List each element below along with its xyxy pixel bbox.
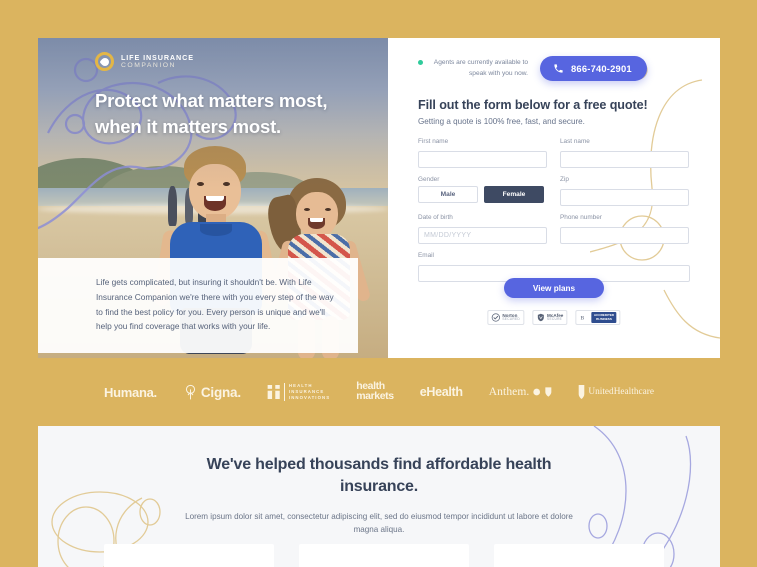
label-first-name: First name (418, 138, 449, 145)
phone-icon (554, 64, 563, 73)
norton-check-icon (491, 313, 500, 322)
bbb-badge: B ACCREDITED BUSINESS (575, 310, 621, 325)
partner-logo-anthem: Anthem. (489, 386, 553, 398)
view-plans-button[interactable]: View plans (504, 278, 604, 298)
label-phone-number: Phone number (560, 214, 602, 221)
partner-logo-healthmarkets: health markets (356, 381, 394, 402)
hero-description-card: Life gets complicated, but insuring it s… (38, 258, 358, 354)
field-last-name: Last name (560, 138, 689, 168)
field-phone-number: Phone number (560, 214, 689, 244)
phone-number-label: 866-740-2901 (571, 63, 632, 74)
cigna-tree-icon (185, 384, 195, 399)
hero-headline: Protect what matters most, when it matte… (95, 90, 328, 138)
gender-option-female[interactable]: Female (484, 186, 544, 203)
label-email: Email (418, 252, 434, 259)
quote-form-panel: Agents are currently available to speak … (388, 38, 720, 358)
agents-status: Agents are currently available to speak … (418, 58, 528, 78)
logo-line-1: LIFE INSURANCE (121, 53, 194, 63)
droplet-ring-logo-icon (95, 52, 114, 71)
hii-mark-icon (267, 385, 280, 399)
partner-logo-humana: Humana. (104, 384, 157, 400)
gender-toggle-group: Male Female (418, 186, 547, 203)
testimonial-heading: We've helped thousands find affordable h… (206, 456, 552, 496)
quote-form-fields: First name Last name Gender Male Female … (418, 138, 690, 290)
form-title: Fill out the form below for a free quote… (418, 98, 648, 112)
partner-logo-unitedhealthcare: UnitedHealthcare (578, 384, 654, 400)
bbb-badge-line2: BUSINESS (596, 316, 612, 321)
phone-cta-button[interactable]: 866-740-2901 (540, 56, 647, 81)
label-zip: Zip (560, 176, 569, 183)
mcafee-badge-line2: SECURE (547, 317, 563, 322)
brand-logo[interactable]: LIFE INSURANCE COMPANION (95, 52, 194, 71)
testimonial-card[interactable] (299, 544, 469, 567)
online-dot-icon (418, 60, 423, 66)
field-zip: Zip (560, 176, 689, 206)
testimonial-section: We've helped thousands find affordable h… (38, 426, 720, 567)
anthem-mark-icon (533, 387, 552, 397)
mcafee-shield-icon (537, 313, 544, 322)
partner-logo-anthem-text: Anthem. (488, 386, 530, 398)
partner-logo-ehealth: eHealth (419, 385, 463, 399)
partner-logo-cigna: Cigna. (183, 384, 241, 401)
form-subtitle: Getting a quote is 100% free, fast, and … (418, 117, 585, 126)
landing-page: Agents are currently available to speak … (0, 0, 757, 567)
label-date-of-birth: Date of birth (418, 214, 453, 221)
testimonial-card[interactable] (104, 544, 274, 567)
hero-section: Agents are currently available to speak … (38, 38, 720, 358)
field-gender: Gender Male Female (418, 176, 547, 206)
last-name-input[interactable] (560, 151, 689, 168)
norton-badge-line2: SECURED (502, 317, 521, 322)
hii-line-3: INNOVATIONS (288, 395, 331, 401)
testimonial-card[interactable] (494, 544, 664, 567)
label-gender: Gender (418, 176, 440, 183)
zip-input[interactable] (560, 189, 689, 206)
hero-description-text: Life gets complicated, but insuring it s… (96, 277, 334, 332)
healthmarkets-line-2: markets (356, 390, 394, 402)
agents-status-text: Agents are currently available to speak … (433, 59, 528, 77)
partner-logo-cigna-text: Cigna. (200, 384, 241, 400)
phone-number-input[interactable] (560, 227, 689, 244)
partner-logo-unitedhealthcare-text: UnitedHealthcare (588, 387, 654, 397)
testimonial-cards (104, 544, 664, 567)
first-name-input[interactable] (418, 151, 547, 168)
partner-logo-health-insurance-innovations: HEALTH INSURANCE INNOVATIONS (267, 382, 331, 402)
agents-availability-row: Agents are currently available to speak … (418, 56, 647, 81)
norton-badge: Norton SECURED (487, 310, 525, 325)
label-last-name: Last name (560, 138, 590, 145)
logo-line-2: COMPANION (121, 61, 176, 69)
field-date-of-birth: Date of birth (418, 214, 547, 244)
gender-option-male[interactable]: Male (418, 186, 478, 203)
svg-text:B: B (580, 315, 584, 321)
uhc-mark-icon (579, 385, 585, 399)
date-of-birth-input[interactable] (418, 227, 547, 244)
field-first-name: First name (418, 138, 547, 168)
testimonial-paragraph: Lorem ipsum dolor sit amet, consectetur … (185, 511, 573, 535)
trust-badges: Norton SECURED McAfee SECURE B ACCREDITE… (487, 310, 621, 325)
bbb-icon: B (580, 315, 584, 321)
mcafee-badge: McAfee SECURE (532, 310, 568, 325)
partner-logos-band: Humana. Cigna. HEALTH INSURANCE INNOVATI… (38, 358, 720, 426)
